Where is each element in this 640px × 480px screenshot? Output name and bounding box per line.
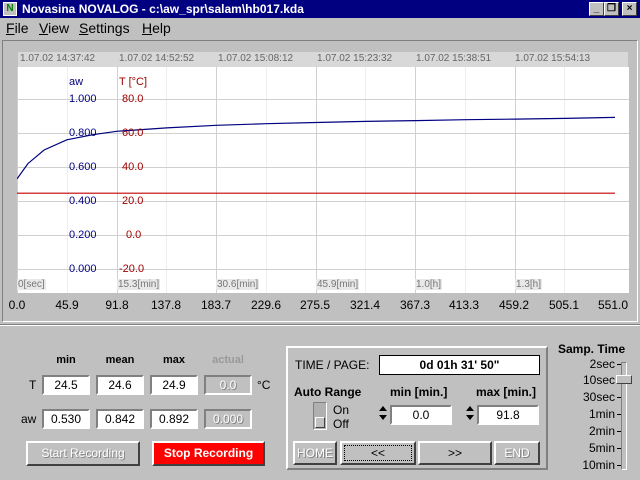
t-tick-label: -20.0 bbox=[119, 263, 145, 275]
close-button[interactable]: × bbox=[622, 2, 637, 16]
max-range-label: max [min.] bbox=[476, 385, 537, 399]
t-mean-field: 24.6 bbox=[96, 375, 144, 395]
time-page-value: 0d 01h 31' 50" bbox=[379, 355, 540, 375]
auto-range-on-label: On bbox=[333, 403, 350, 417]
auto-range-off-label: Off bbox=[333, 417, 349, 431]
x-tick-label: 321.4 bbox=[349, 298, 381, 312]
t-tick-label: 40.0 bbox=[122, 161, 144, 173]
sampling-time-group: Samp. Time 2sec 10sec 30sec 1min 2min 5m… bbox=[557, 342, 637, 474]
x-tick-label: 275.5 bbox=[299, 298, 331, 312]
x-tick-label: 137.8 bbox=[150, 298, 182, 312]
menu-view[interactable]: View bbox=[39, 20, 69, 36]
aw-tick-label: 0.600 bbox=[69, 161, 97, 173]
mean-header: mean bbox=[105, 354, 135, 366]
x-tick-label: 45.9 bbox=[55, 298, 79, 312]
date-label: 1.07.02 15:23:32 bbox=[317, 53, 393, 64]
time-label: 15.3[min] bbox=[117, 279, 161, 290]
aw-min-field: 0.530 bbox=[42, 409, 90, 429]
app-icon: N bbox=[3, 2, 17, 16]
sampling-slider-thumb[interactable] bbox=[616, 375, 632, 384]
sampling-option[interactable]: 2min bbox=[589, 424, 615, 438]
home-button[interactable]: HOME bbox=[293, 441, 337, 465]
time-label: 45.9[min] bbox=[316, 279, 360, 290]
sampling-time-title: Samp. Time bbox=[558, 342, 626, 356]
t-tick-label: 80.0 bbox=[122, 93, 144, 105]
x-tick-label: 229.6 bbox=[250, 298, 282, 312]
aw-mean-field: 0.842 bbox=[96, 409, 144, 429]
t-tick-label: 60.0 bbox=[122, 127, 144, 139]
minimize-button[interactable]: _ bbox=[589, 2, 604, 16]
date-label: 1.07.02 14:37:42 bbox=[20, 53, 96, 64]
aw-tick-label: 1.000 bbox=[69, 93, 97, 105]
x-tick-label: 91.8 bbox=[105, 298, 129, 312]
sampling-option[interactable]: 2sec bbox=[590, 357, 615, 371]
aw-series-line bbox=[17, 116, 616, 180]
x-axis: 0.0 45.9 91.8 137.8 183.7 229.6 275.5 32… bbox=[8, 298, 636, 314]
title-bar: N Novasina NOVALOG - c:\aw_spr\salam\hb0… bbox=[0, 0, 640, 18]
min-header: min bbox=[56, 354, 76, 366]
date-label: 1.07.02 14:52:52 bbox=[119, 53, 195, 64]
aw-axis-header: aw bbox=[69, 76, 84, 88]
max-header: max bbox=[162, 354, 186, 366]
time-label: 30.6[min] bbox=[216, 279, 260, 290]
min-range-input[interactable]: 0.0 bbox=[390, 405, 452, 425]
sampling-option[interactable]: 10min bbox=[582, 458, 615, 472]
t-axis-header: T [°C] bbox=[119, 76, 148, 88]
aw-actual-field: 0.000 bbox=[204, 409, 252, 429]
time-label: 0[sec] bbox=[17, 279, 46, 290]
t-actual-field: 0.0 bbox=[204, 375, 252, 395]
sampling-option[interactable]: 1min bbox=[589, 407, 615, 421]
min-range-spinner[interactable] bbox=[378, 405, 388, 425]
aw-tick-label: 0.200 bbox=[69, 229, 97, 241]
time-page-label: TIME / PAGE: bbox=[295, 358, 370, 372]
t-row-label: T bbox=[29, 378, 37, 392]
menu-file[interactable]: File bbox=[6, 20, 29, 36]
chart-svg bbox=[17, 116, 616, 194]
aw-tick-label: 0.000 bbox=[69, 263, 97, 275]
auto-range-toggle[interactable] bbox=[313, 402, 327, 430]
auto-range-label: Auto Range bbox=[294, 385, 362, 399]
aw-max-field: 0.892 bbox=[150, 409, 198, 429]
t-unit-label: °C bbox=[257, 378, 271, 392]
menu-bar: File View Settings Help bbox=[0, 18, 640, 38]
t-tick-label: 0.0 bbox=[126, 229, 142, 241]
sampling-option[interactable]: 5min bbox=[589, 441, 615, 455]
t-min-field: 24.5 bbox=[42, 375, 90, 395]
window-title: Novasina NOVALOG - c:\aw_spr\salam\hb017… bbox=[22, 2, 304, 16]
x-tick-label: 505.1 bbox=[548, 298, 580, 312]
menu-help[interactable]: Help bbox=[142, 20, 171, 36]
x-tick-label: 551.0 bbox=[597, 298, 629, 312]
time-label: 1.3[h] bbox=[515, 279, 543, 290]
min-range-label: min [min.] bbox=[390, 385, 448, 399]
date-label-strip: 1.07.02 14:37:42 1.07.02 14:52:52 1.07.0… bbox=[18, 52, 628, 68]
sampling-option[interactable]: 30sec bbox=[583, 390, 615, 404]
t-max-field: 24.9 bbox=[150, 375, 198, 395]
x-tick-label: 183.7 bbox=[200, 298, 232, 312]
date-label: 1.07.02 15:08:12 bbox=[218, 53, 294, 64]
start-recording-button[interactable]: Start Recording bbox=[26, 441, 140, 466]
x-tick-label: 367.3 bbox=[399, 298, 431, 312]
sampling-option[interactable]: 10sec bbox=[583, 373, 615, 387]
aw-row-label: aw bbox=[21, 412, 37, 426]
x-tick-label: 413.3 bbox=[448, 298, 480, 312]
date-label: 1.07.02 15:54:13 bbox=[515, 53, 591, 64]
date-label: 1.07.02 15:38:51 bbox=[416, 53, 492, 64]
previous-page-button[interactable]: << bbox=[340, 441, 416, 465]
chart-plot-area: aw T [°C] 1.000 0.800 0.600 0.400 0.200 … bbox=[17, 67, 629, 293]
max-range-spinner[interactable] bbox=[465, 405, 475, 425]
x-tick-label: 459.2 bbox=[498, 298, 530, 312]
x-tick-label: 0.0 bbox=[8, 298, 26, 312]
maximize-button[interactable]: ❐ bbox=[604, 2, 619, 16]
max-range-input[interactable]: 91.8 bbox=[477, 405, 539, 425]
aw-tick-label: 0.400 bbox=[69, 195, 97, 207]
next-page-button[interactable]: >> bbox=[418, 441, 492, 465]
actual-header: actual bbox=[212, 354, 244, 366]
stop-recording-button[interactable]: Stop Recording bbox=[152, 441, 265, 466]
menu-settings[interactable]: Settings bbox=[79, 20, 130, 36]
end-button[interactable]: END bbox=[494, 441, 540, 465]
aw-tick-label: 0.800 bbox=[69, 127, 97, 139]
divider bbox=[0, 324, 640, 326]
t-tick-label: 20.0 bbox=[122, 195, 144, 207]
time-label: 1.0[h] bbox=[415, 279, 443, 290]
